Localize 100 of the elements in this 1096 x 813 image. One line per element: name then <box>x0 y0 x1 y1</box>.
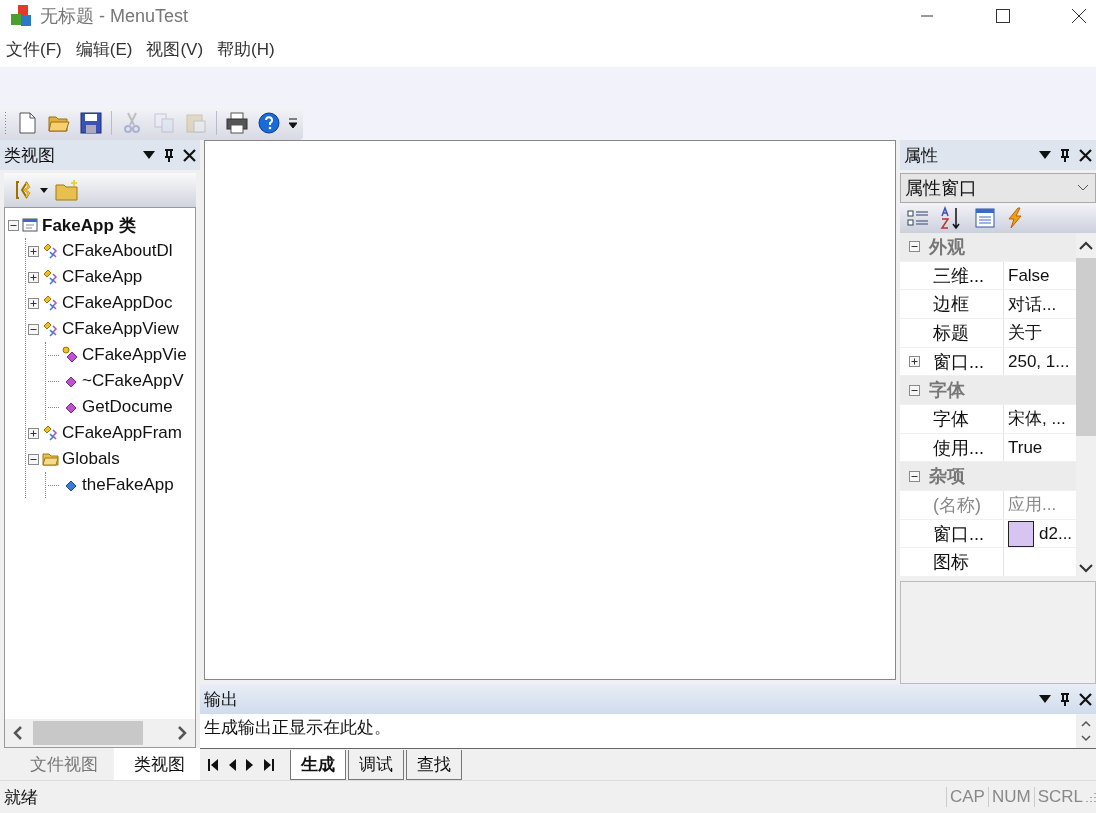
pane-title: 输出 <box>204 688 238 711</box>
close-icon[interactable] <box>1079 692 1092 706</box>
collapse-toggle-icon[interactable] <box>909 384 920 396</box>
class-icon <box>42 268 59 286</box>
scroll-left-icon[interactable] <box>13 726 23 740</box>
category-label: 字体 <box>929 379 965 403</box>
property-name[interactable]: 三维... <box>929 261 1004 290</box>
menu-item[interactable]: 编辑(E) <box>75 38 133 61</box>
properties-list-icon[interactable] <box>974 207 996 229</box>
tab[interactable]: 类视图 <box>114 748 200 780</box>
dropdown-icon[interactable] <box>1039 150 1051 160</box>
status-indicator: CAP <box>945 787 988 807</box>
expand-toggle-icon[interactable] <box>28 323 39 335</box>
status-indicator: SCRL <box>1033 787 1086 807</box>
tree-item[interactable]: CFakeAppView <box>62 319 179 339</box>
first-tab-icon[interactable] <box>208 758 218 771</box>
expand-toggle-icon[interactable] <box>28 297 39 309</box>
scroll-up-icon[interactable] <box>1081 720 1091 727</box>
property-value[interactable]: d2... <box>1039 523 1073 544</box>
property-value[interactable]: True <box>1008 437 1043 458</box>
tab[interactable]: 查找 <box>406 749 462 780</box>
window-title: 无标题 - MenuTest <box>40 5 189 28</box>
next-tab-icon[interactable] <box>246 758 254 771</box>
property-name[interactable]: 窗口... <box>929 519 1004 548</box>
close-icon[interactable] <box>1079 148 1092 162</box>
app-logo-icon <box>10 5 32 27</box>
property-name[interactable]: 标题 <box>929 319 1004 347</box>
resize-grip-icon[interactable] <box>1086 792 1096 802</box>
scrollbar-thumb[interactable] <box>33 721 143 745</box>
tree-item[interactable]: CFakeAppFram <box>62 423 182 443</box>
pane-title: 类视图 <box>4 144 55 167</box>
tree-item[interactable]: Globals <box>62 449 120 469</box>
property-value[interactable]: False <box>1008 265 1050 286</box>
pin-icon[interactable] <box>164 148 174 162</box>
menu-item[interactable]: 帮助(H) <box>217 38 275 61</box>
chevron-down-icon <box>1077 184 1089 192</box>
pin-icon[interactable] <box>1060 692 1070 706</box>
expand-toggle-icon[interactable] <box>909 356 920 367</box>
expand-toggle-icon[interactable] <box>8 219 19 231</box>
collapse-toggle-icon[interactable] <box>909 241 920 253</box>
previous-tab-icon[interactable] <box>228 758 236 771</box>
lightning-icon[interactable] <box>1006 207 1024 229</box>
property-name[interactable]: 使用... <box>929 433 1004 462</box>
class-icon <box>42 424 59 442</box>
grip-icon <box>4 111 7 135</box>
class-icon <box>42 294 59 312</box>
scroll-up-icon[interactable] <box>1079 241 1093 250</box>
expand-toggle-icon[interactable] <box>28 271 39 283</box>
categorized-icon[interactable] <box>906 207 930 229</box>
property-name[interactable]: 窗口... <box>929 347 1004 376</box>
horizontal-scrollbar[interactable] <box>5 719 195 747</box>
tree-item[interactable]: CFakeAboutDl <box>62 241 173 261</box>
tree-item[interactable]: CFakeAppVie <box>82 345 187 365</box>
scroll-down-icon[interactable] <box>1079 564 1093 573</box>
menu-item[interactable]: 视图(V) <box>146 38 204 61</box>
last-tab-icon[interactable] <box>264 758 274 771</box>
property-name[interactable]: 边框 <box>929 290 1004 318</box>
overflow-icon[interactable] <box>289 117 297 129</box>
property-name[interactable]: 字体 <box>929 405 1004 433</box>
folder-icon <box>42 450 59 468</box>
vertical-scrollbar[interactable] <box>1076 714 1096 748</box>
tab[interactable]: 生成 <box>290 749 346 780</box>
category-label: 杂项 <box>929 465 965 489</box>
tree-item[interactable]: FakeApp 类 <box>42 213 136 237</box>
property-value[interactable]: 关于 <box>1008 321 1042 345</box>
class-icon <box>42 242 59 260</box>
tree-item[interactable]: theFakeApp <box>82 475 174 495</box>
expand-toggle-icon[interactable] <box>28 453 39 465</box>
class-diagram-icon <box>22 216 39 234</box>
pin-icon[interactable] <box>1060 148 1070 162</box>
property-value[interactable]: 宋体, ... <box>1008 407 1066 431</box>
output-line: 生成输出正显示在此处。 <box>204 717 392 739</box>
collapse-toggle-icon[interactable] <box>909 470 920 482</box>
scroll-down-icon[interactable] <box>1081 735 1091 742</box>
tree-item[interactable]: CFakeAppDoc <box>62 293 173 313</box>
object-dropdown[interactable]: 属性窗口 <box>900 173 1096 203</box>
scroll-right-icon[interactable] <box>177 726 187 740</box>
help-icon[interactable] <box>257 111 281 135</box>
menu-item[interactable]: 文件(F) <box>6 38 62 61</box>
tree-item[interactable]: CFakeApp <box>62 267 143 287</box>
caret-icon[interactable] <box>40 187 48 193</box>
status-indicator: NUM <box>987 787 1034 807</box>
category-label: 外观 <box>929 235 965 259</box>
tab[interactable]: 文件视图 <box>4 748 114 780</box>
tree-item[interactable]: ~CFakeAppV <box>82 371 184 391</box>
tree-item[interactable]: GetDocume <box>82 397 173 417</box>
maximize-icon[interactable] <box>996 9 1010 23</box>
printer-icon[interactable] <box>225 111 249 135</box>
class-icon <box>42 320 59 338</box>
dropdown-icon[interactable] <box>1039 694 1051 704</box>
expand-toggle-icon[interactable] <box>28 245 39 257</box>
close-icon[interactable] <box>1072 9 1086 23</box>
dropdown-icon[interactable] <box>143 150 155 160</box>
expand-toggle-icon[interactable] <box>28 427 39 439</box>
scrollbar-thumb[interactable] <box>1076 258 1096 436</box>
pane-title: 属性 <box>904 144 938 167</box>
tab[interactable]: 调试 <box>348 749 404 780</box>
property-value[interactable]: 对话... <box>1008 292 1057 316</box>
property-value[interactable]: 250, 1... <box>1008 351 1070 372</box>
close-icon[interactable] <box>183 148 196 162</box>
